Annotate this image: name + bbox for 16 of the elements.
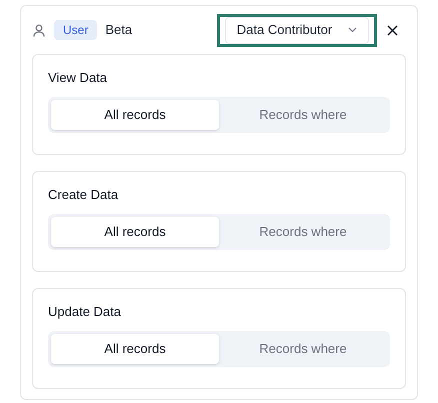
- section-title: View Data: [48, 70, 108, 86]
- chevron-down-icon: [348, 27, 358, 33]
- segment-tab[interactable]: Records where: [219, 334, 387, 364]
- section-title: Create Data: [48, 187, 120, 203]
- close-icon: [386, 24, 398, 36]
- user-badge: User: [54, 20, 98, 40]
- segment-tab[interactable]: All records: [51, 100, 219, 130]
- section-title: Update Data: [48, 304, 122, 320]
- segment-tab[interactable]: Records where: [219, 100, 387, 130]
- close-button[interactable]: [385, 23, 399, 37]
- user-name: Beta: [105, 21, 132, 40]
- user-icon: [33, 24, 45, 36]
- segment-tab[interactable]: All records: [51, 334, 219, 364]
- segment-tab[interactable]: Records where: [219, 217, 387, 247]
- role-dropdown[interactable]: Data Contributor: [225, 16, 369, 44]
- segment-tab[interactable]: All records: [51, 217, 219, 247]
